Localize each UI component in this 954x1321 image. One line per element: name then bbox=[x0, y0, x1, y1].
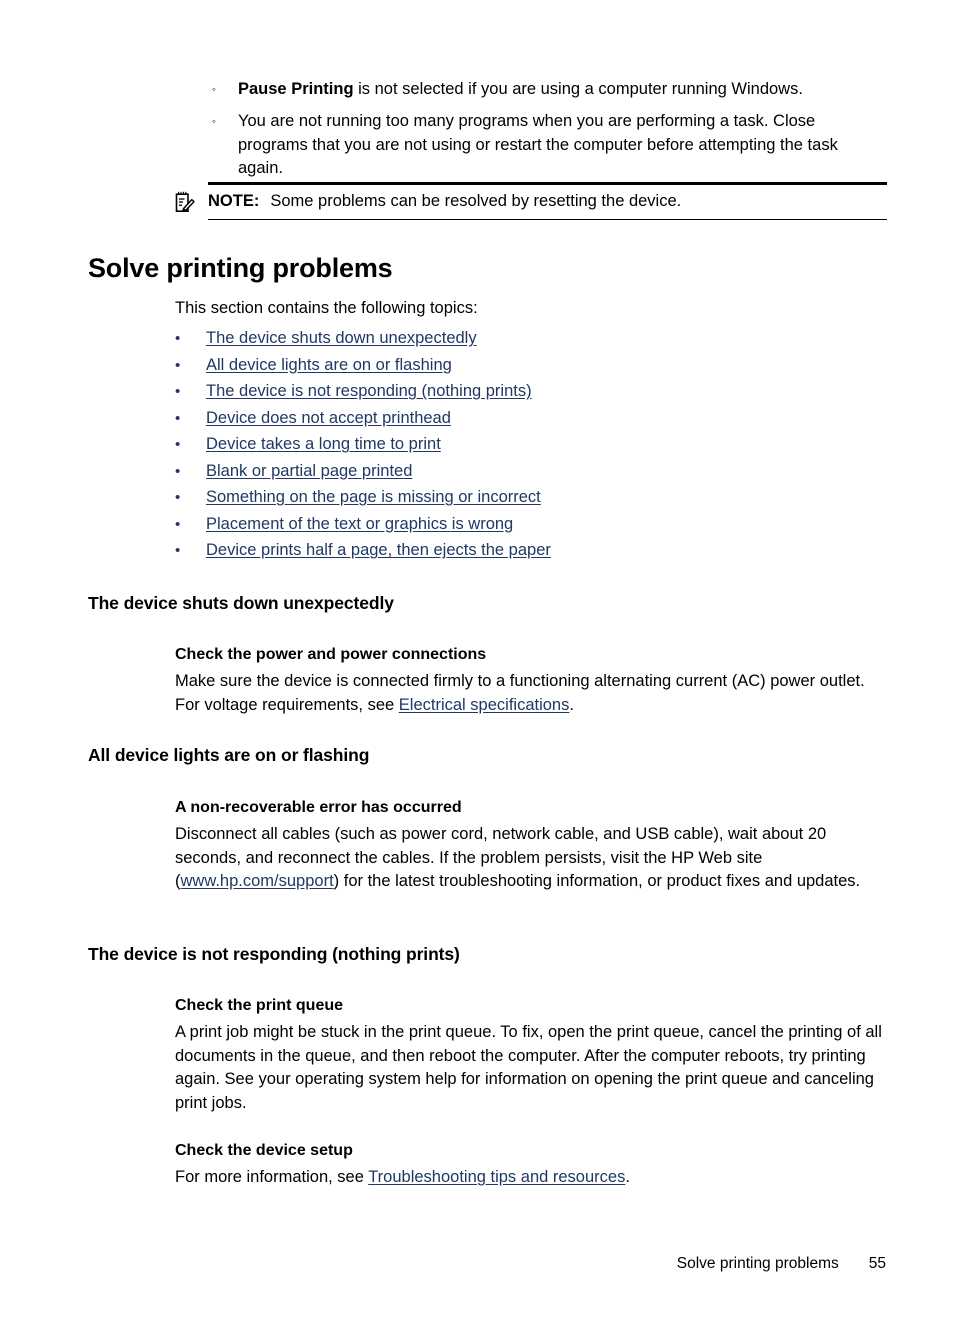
paragraph-check-print-queue-wrap: A print job might be stuck in the print … bbox=[175, 1021, 887, 1115]
sub-bullet-list: ◦ Pause Printing is not selected if you … bbox=[212, 78, 887, 189]
hollow-bullet-icon: ◦ bbox=[212, 84, 216, 96]
topic-link-all-device-lights[interactable]: All device lights are on or flashing bbox=[206, 354, 452, 376]
list-item: ◦ Pause Printing is not selected if you … bbox=[212, 78, 887, 102]
note-rule-container: NOTE: Some problems can be resolved by r… bbox=[208, 182, 887, 221]
intro-paragraph-wrap: This section contains the following topi… bbox=[175, 297, 887, 321]
bullet-icon: • bbox=[175, 515, 181, 533]
subsection-heading-check-power: Check the power and power connections bbox=[175, 646, 487, 663]
footer-page-number: 55 bbox=[868, 1255, 886, 1272]
bullet-icon: • bbox=[175, 409, 181, 427]
paragraph-text-before: For more information, see bbox=[175, 1168, 369, 1186]
subsection-heading-check-device-setup: Check the device setup bbox=[175, 1142, 353, 1159]
topic-link-list: • The device shuts down unexpectedly • A… bbox=[175, 327, 887, 566]
list-item: • All device lights are on or flashing bbox=[175, 354, 887, 381]
list-item: • The device is not responding (nothing … bbox=[175, 380, 887, 407]
footer-chapter-title: Solve printing problems bbox=[676, 1255, 839, 1272]
topic-link-long-time-to-print[interactable]: Device takes a long time to print bbox=[206, 433, 441, 455]
topic-link-placement-wrong[interactable]: Placement of the text or graphics is wro… bbox=[206, 513, 513, 535]
list-item: • Device prints half a page, then ejects… bbox=[175, 539, 887, 566]
link-troubleshooting-tips[interactable]: Troubleshooting tips and resources bbox=[368, 1168, 625, 1186]
hollow-bullet-icon: ◦ bbox=[212, 116, 216, 128]
bullet-icon: • bbox=[175, 489, 181, 506]
topic-link-half-page-ejects[interactable]: Device prints half a page, then ejects t… bbox=[206, 539, 551, 561]
link-hp-support[interactable]: www.hp.com/support bbox=[181, 872, 334, 890]
page-footer: Solve printing problems 55 bbox=[0, 1254, 886, 1274]
paragraph-non-recoverable-wrap: Disconnect all cables (such as power cor… bbox=[175, 823, 887, 894]
paragraph-check-power: Make sure the device is connected firmly… bbox=[175, 670, 887, 717]
list-item: • Device takes a long time to print bbox=[175, 433, 887, 460]
bullet-icon: • bbox=[175, 383, 181, 400]
list-item-text: Pause Printing is not selected if you ar… bbox=[238, 78, 887, 102]
list-item-rest: is not selected if you are using a compu… bbox=[353, 80, 803, 98]
list-item: • Placement of the text or graphics is w… bbox=[175, 513, 887, 540]
list-item-bold-lead: Pause Printing bbox=[238, 80, 354, 98]
list-item: • Blank or partial page printed bbox=[175, 460, 887, 487]
topic-link-device-shuts-down[interactable]: The device shuts down unexpectedly bbox=[206, 327, 477, 349]
link-electrical-specifications[interactable]: Electrical specifications bbox=[399, 696, 570, 714]
paragraph-check-power-wrap: Make sure the device is connected firmly… bbox=[175, 670, 887, 717]
paragraph-check-print-queue: A print job might be stuck in the print … bbox=[175, 1023, 882, 1112]
bullet-icon: • bbox=[175, 436, 181, 453]
bullet-icon: • bbox=[175, 330, 181, 347]
bullet-icon: • bbox=[175, 356, 181, 374]
topic-link-blank-or-partial-page[interactable]: Blank or partial page printed bbox=[206, 460, 412, 482]
note-content: NOTE: Some problems can be resolved by r… bbox=[208, 185, 887, 219]
bullet-icon: • bbox=[175, 542, 181, 559]
list-item-text: You are not running too many programs wh… bbox=[238, 112, 838, 177]
document-page: ◦ Pause Printing is not selected if you … bbox=[0, 0, 954, 1321]
note-pad-pencil-icon bbox=[175, 191, 195, 213]
subsection-heading-non-recoverable-error: A non-recoverable error has occurred bbox=[175, 799, 462, 816]
topic-link-not-responding[interactable]: The device is not responding (nothing pr… bbox=[206, 380, 532, 402]
note-text: Some problems can be resolved by resetti… bbox=[270, 192, 682, 210]
section-heading-device-shuts-down: The device shuts down unexpectedly bbox=[88, 593, 394, 613]
list-item: • Device does not accept printhead bbox=[175, 407, 887, 434]
paragraph-text-after: . bbox=[569, 695, 574, 714]
bullet-icon: • bbox=[175, 462, 181, 480]
intro-paragraph: This section contains the following topi… bbox=[175, 299, 478, 317]
list-item: • Something on the page is missing or in… bbox=[175, 486, 887, 513]
section-heading-not-responding: The device is not responding (nothing pr… bbox=[88, 944, 460, 964]
note-bottom-rule bbox=[208, 219, 887, 221]
topic-link-something-missing[interactable]: Something on the page is missing or inco… bbox=[206, 486, 541, 508]
subsection-heading-check-print-queue: Check the print queue bbox=[175, 997, 344, 1014]
topic-link-not-accept-printhead[interactable]: Device does not accept printhead bbox=[206, 407, 451, 429]
list-item: • The device shuts down unexpectedly bbox=[175, 327, 887, 354]
note-label: NOTE: bbox=[208, 192, 260, 210]
paragraph-check-device-setup-wrap: For more information, see Troubleshootin… bbox=[175, 1166, 887, 1190]
list-item: ◦ You are not running too many programs … bbox=[212, 110, 887, 181]
section-heading-all-device-lights: All device lights are on or flashing bbox=[88, 745, 370, 765]
paragraph-check-device-setup: For more information, see Troubleshootin… bbox=[175, 1166, 887, 1190]
paragraph-non-recoverable: Disconnect all cables (such as power cor… bbox=[175, 823, 887, 894]
paragraph-text-after: . bbox=[625, 1168, 630, 1186]
page-title: Solve printing problems bbox=[88, 253, 393, 283]
paragraph-text-after: ) for the latest troubleshooting informa… bbox=[333, 872, 861, 890]
